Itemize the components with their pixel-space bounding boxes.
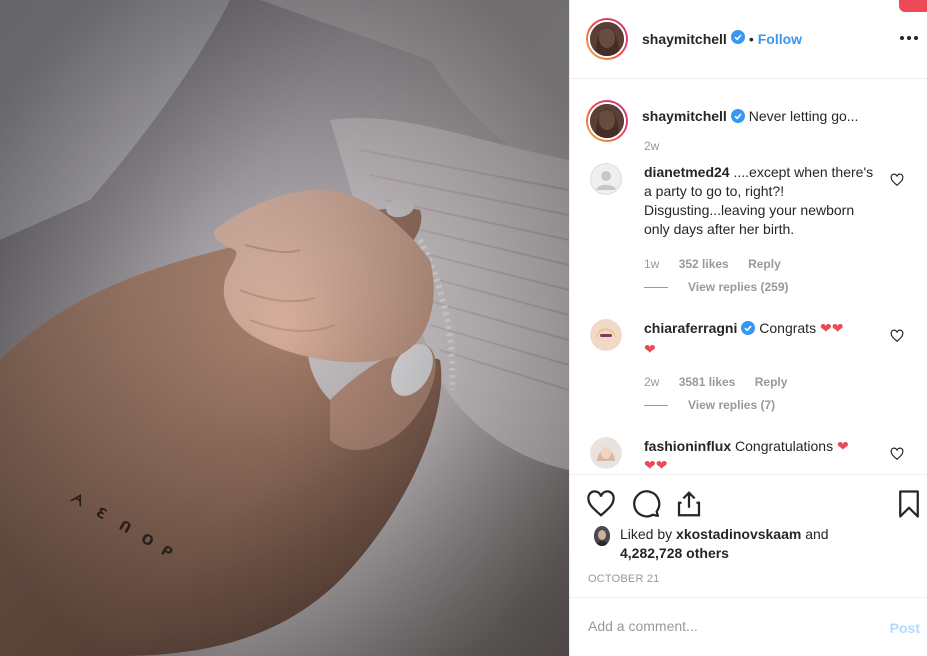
view-replies-label: View replies (7) (688, 398, 776, 412)
heart-icon[interactable] (586, 489, 616, 519)
heart-outline-icon[interactable] (890, 173, 904, 187)
red-heart-emoji: ❤ (819, 320, 832, 336)
comment-likes[interactable]: 3581 likes (679, 375, 736, 389)
verified-badge-icon (730, 29, 745, 49)
commenter-username[interactable]: chiaraferragni (644, 320, 737, 336)
comment-likes[interactable]: 352 likes (679, 257, 729, 271)
post-actions: Liked by xkostadinovskaam and 4,282,728 … (570, 474, 927, 596)
commenter-avatar[interactable] (590, 319, 622, 351)
comment-item: dianetmed24 ....except when there's a pa… (590, 163, 910, 294)
default-avatar-icon (590, 163, 622, 195)
header-user-line: shaymitchell • Follow (642, 29, 802, 49)
comment-text: Congratulations (735, 438, 834, 454)
liked-by-others[interactable]: 4,282,728 others (620, 545, 729, 561)
commenter-username[interactable]: dianetmed24 (644, 164, 730, 180)
liked-by-connector: and (805, 526, 829, 542)
caption-text-line: shaymitchell Never letting go... (642, 100, 858, 142)
liker-username[interactable]: xkostadinovskaam (676, 526, 801, 542)
liked-by-prefix: Liked by (620, 526, 673, 542)
view-replies-button[interactable]: View replies (7) (644, 398, 775, 412)
commenter-avatar[interactable] (590, 437, 622, 469)
reply-button[interactable]: Reply (748, 257, 781, 271)
replies-divider (644, 404, 668, 406)
red-heart-emoji: ❤ (836, 438, 849, 454)
comment-meta: 2w 3581 likes Reply (644, 375, 803, 389)
comment-meta: 1w 352 likes Reply (644, 257, 797, 271)
comments-list[interactable]: shaymitchell Never letting go... 2w dian… (570, 80, 927, 473)
caption-time[interactable]: 2w (644, 139, 659, 153)
comment-text: Congrats (759, 320, 817, 336)
comment-body: chiaraferragni Congrats ❤❤ ❤ (644, 319, 882, 359)
view-replies-button[interactable]: View replies (259) (644, 280, 789, 294)
caption-avatar[interactable] (586, 100, 628, 142)
liker-avatar[interactable] (594, 526, 610, 546)
comment-item: fashioninflux Congratulations ❤ ❤❤ (590, 437, 910, 473)
reply-button[interactable]: Reply (755, 375, 788, 389)
verified-badge-icon (741, 321, 756, 340)
red-heart-emoji: ❤ (655, 457, 668, 473)
post-caption: shaymitchell Never letting go... 2w (586, 100, 858, 153)
comment-body: dianetmed24 ....except when there's a pa… (644, 163, 882, 239)
comment-item: chiaraferragni Congrats ❤❤ ❤ 2w 3581 lik… (590, 319, 910, 419)
red-heart-emoji: ❤ (644, 341, 656, 357)
caption-avatar-image (590, 104, 624, 138)
replies-divider (644, 286, 668, 288)
follow-button[interactable]: Follow (758, 31, 802, 47)
red-heart-emoji: ❤ (644, 457, 656, 473)
commenter-avatar-image (590, 437, 622, 469)
post-photo[interactable]: ᗅ Ɛ ᑎ O ᑭ (0, 0, 569, 656)
author-avatar-image (590, 22, 624, 56)
comment-icon[interactable] (631, 489, 661, 519)
likes-text: Liked by xkostadinovskaam and 4,282,728 … (620, 525, 829, 563)
comment-input[interactable] (588, 618, 868, 634)
comment-body: fashioninflux Congratulations ❤ ❤❤ (644, 437, 882, 473)
commenter-avatar-image (590, 319, 622, 351)
author-username[interactable]: shaymitchell (642, 31, 727, 47)
photo-hands-illustration: ᗅ Ɛ ᑎ O ᑭ (0, 0, 569, 656)
separator-dot: • (748, 31, 754, 47)
commenter-username[interactable]: fashioninflux (644, 438, 731, 454)
post-comment-button[interactable]: Post (890, 620, 920, 636)
likes-summary: Liked by xkostadinovskaam and 4,282,728 … (594, 525, 829, 563)
post-details-panel: shaymitchell • Follow shaymitchell Never… (569, 0, 927, 656)
bookmark-icon[interactable] (896, 489, 922, 519)
comment-time[interactable]: 1w (644, 257, 659, 271)
commenter-avatar[interactable] (590, 163, 622, 195)
red-heart-emoji: ❤ (831, 320, 844, 336)
caption-username[interactable]: shaymitchell (642, 108, 727, 124)
comment-time[interactable]: 2w (644, 375, 659, 389)
post-header: shaymitchell • Follow (570, 0, 927, 79)
add-comment-bar: Post (570, 597, 927, 656)
post-date[interactable]: OCTOBER 21 (588, 573, 660, 585)
verified-badge-icon (730, 109, 745, 127)
heart-outline-icon[interactable] (890, 447, 904, 461)
more-options-icon[interactable] (898, 27, 920, 49)
share-icon[interactable] (674, 489, 704, 519)
caption-text: Never letting go... (748, 108, 859, 124)
heart-outline-icon[interactable] (890, 329, 904, 343)
author-avatar[interactable] (586, 18, 628, 60)
view-replies-label: View replies (259) (688, 280, 789, 294)
